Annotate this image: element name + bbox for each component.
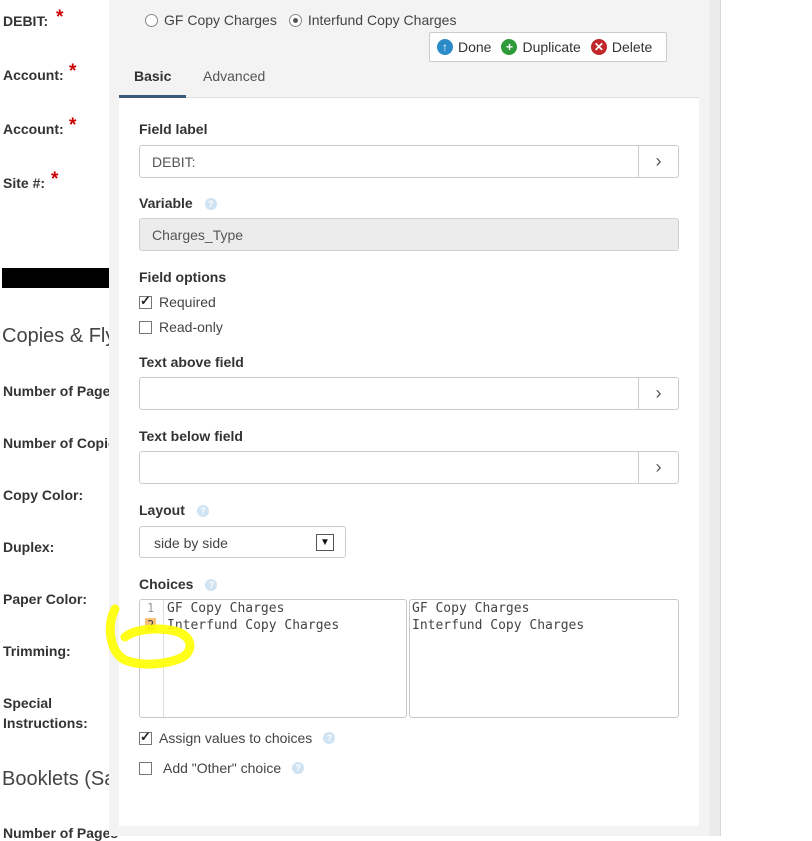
readonly-checkbox[interactable] — [139, 320, 152, 334]
required-asterisk: * — [56, 7, 64, 28]
paper-color-label: Paper Color: — [3, 591, 88, 607]
required-asterisk: * — [51, 169, 59, 190]
required-asterisk: * — [69, 61, 77, 82]
radio-label-interfund: Interfund Copy Charges — [307, 12, 457, 28]
add-other-option[interactable]: Add "Other" choice ? — [139, 760, 305, 776]
field-label-heading: Field label — [139, 121, 208, 137]
debit-label: DEBIT: * — [3, 7, 64, 29]
value-line: GF Copy Charges — [412, 601, 530, 616]
redacted-bar — [2, 268, 109, 288]
chevron-down-icon: ▼ — [316, 534, 334, 551]
special-instructions-label: Special — [3, 695, 53, 711]
radio-gf-copy-charges[interactable] — [145, 13, 158, 27]
account-label-1: Account: * — [3, 61, 77, 83]
required-option[interactable]: Required — [139, 293, 216, 310]
value-line: Interfund Copy Charges — [412, 618, 585, 633]
help-icon[interactable]: ? — [204, 198, 217, 210]
field-label-value: DEBIT: — [152, 154, 196, 170]
site-label: Site #: * — [3, 169, 59, 191]
help-icon[interactable]: ? — [205, 579, 218, 591]
choices-heading: Choices? — [139, 576, 218, 592]
layout-select-value: side by side — [154, 535, 228, 551]
debit-radio-group: GF Copy Charges Interfund Copy Charges — [145, 12, 456, 28]
number-of-pages-label-2: Number of Pages — [3, 825, 119, 841]
assign-values-option[interactable]: Assign values to choices ? — [139, 729, 336, 746]
duplex-label: Duplex: — [3, 539, 55, 555]
number-of-pages-label: Number of Page — [3, 383, 111, 399]
help-icon[interactable]: ? — [323, 732, 336, 744]
editor-tabs: Basic Advanced — [119, 60, 699, 98]
variable-input: Charges_Type — [139, 218, 679, 251]
text-below-heading: Text below field — [139, 428, 243, 444]
duplicate-button[interactable]: + Duplicate — [501, 39, 581, 55]
chevron-right-icon[interactable]: › — [638, 452, 678, 483]
layout-select[interactable]: side by side ▼ — [139, 526, 346, 558]
layout-heading: Layout? — [139, 502, 209, 518]
yellow-highlight-annotation — [105, 604, 195, 669]
panel-right-edge — [709, 0, 721, 836]
field-options-heading: Field options — [139, 269, 227, 285]
text-below-input[interactable]: › — [139, 451, 679, 484]
variable-value: Charges_Type — [152, 227, 244, 243]
text-above-input[interactable]: › — [139, 377, 679, 410]
delete-button[interactable]: ✕ Delete — [590, 39, 652, 55]
done-button[interactable]: ↑ Done — [437, 39, 491, 55]
trimming-label: Trimming: — [3, 643, 71, 659]
radio-label-gf: GF Copy Charges — [164, 12, 277, 28]
help-icon[interactable]: ? — [292, 762, 305, 774]
chevron-right-icon[interactable]: › — [638, 378, 678, 409]
section-booklets-heading: Booklets (Sa — [2, 768, 116, 790]
special-instructions-label-2: Instructions: — [3, 715, 88, 731]
add-other-checkbox[interactable] — [139, 761, 152, 775]
plus-icon: + — [501, 39, 518, 55]
variable-heading: Variable? — [139, 195, 217, 211]
choice-values-editor[interactable]: GF Copy Charges Interfund Copy Charges — [409, 599, 679, 718]
chevron-right-icon[interactable]: › — [638, 146, 678, 177]
field-toolbar: ↑ Done + Duplicate ✕ Delete — [429, 32, 667, 62]
tab-basic[interactable]: Basic — [134, 68, 171, 84]
account-label-2: Account: * — [3, 115, 77, 137]
arrow-up-icon: ↑ — [437, 39, 453, 55]
text-above-heading: Text above field — [139, 354, 244, 370]
readonly-option[interactable]: Read-only — [139, 319, 223, 335]
field-label-input[interactable]: DEBIT: › — [139, 145, 679, 178]
copy-color-label: Copy Color: — [3, 487, 84, 503]
assign-values-checkbox[interactable] — [139, 729, 152, 745]
number-of-copies-label: Number of Copie — [3, 435, 116, 451]
close-icon: ✕ — [590, 39, 607, 55]
section-copies-heading: Copies & Fly — [2, 325, 116, 347]
help-icon[interactable]: ? — [196, 505, 209, 517]
required-checkbox[interactable] — [139, 293, 152, 309]
tab-advanced[interactable]: Advanced — [203, 68, 265, 84]
radio-interfund-copy-charges[interactable] — [288, 13, 302, 27]
required-asterisk: * — [69, 115, 77, 136]
